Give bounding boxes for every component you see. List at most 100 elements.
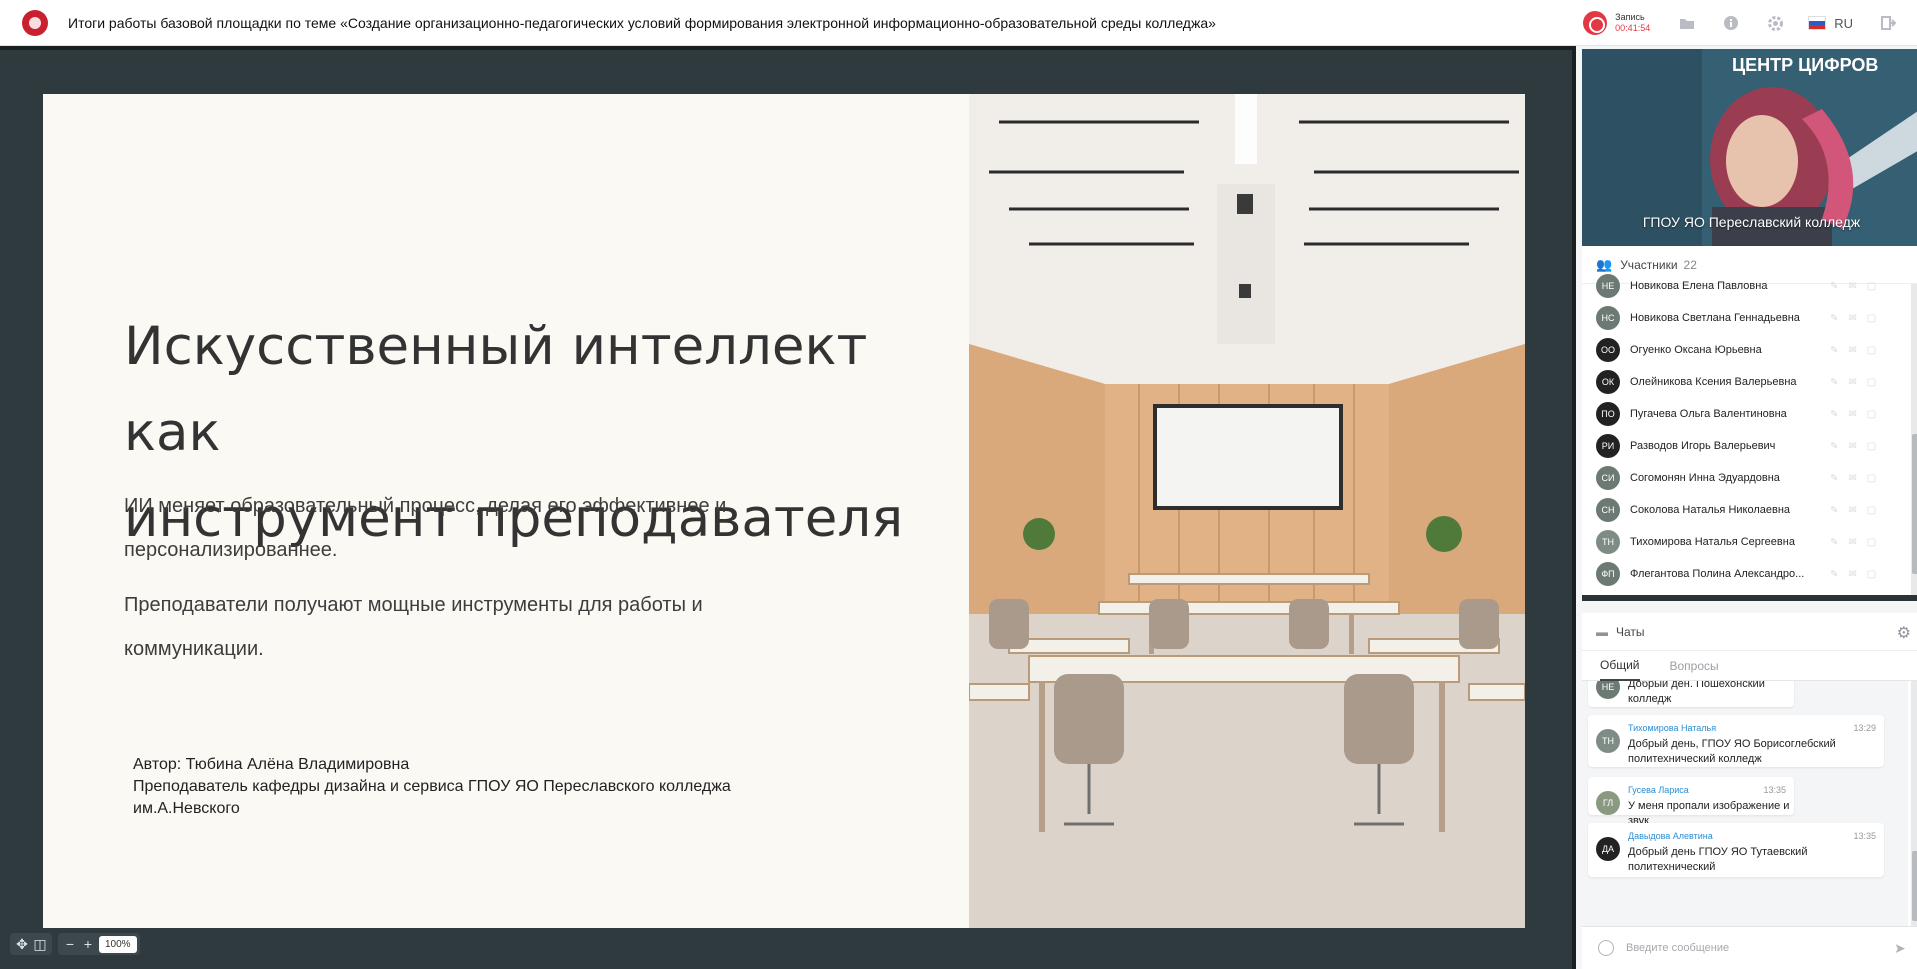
chat-message: НЕ Добрый ден. Пошехонский колледж — [1588, 681, 1794, 707]
chat-settings-icon[interactable]: ⚙ — [1897, 623, 1911, 643]
participant-row[interactable]: ФП Флегантова Полина Александро... ✎✉▢ — [1582, 558, 1907, 590]
right-panel: ЦЕНТР ЦИФРОВ ГПОУ ЯО Переславский коллед… — [1572, 46, 1917, 969]
avatar: РИ — [1596, 434, 1620, 458]
participant-controls[interactable]: ✎✉▢ — [1830, 569, 1886, 580]
recording-label: Запись — [1615, 12, 1645, 22]
chat-panel: ▬ Чаты ⚙ Общий Вопросы НЕ Добрый ден. Пош… — [1582, 613, 1917, 969]
avatar: ДА — [1596, 837, 1620, 861]
fit-screen-icon[interactable]: ✥ — [13, 935, 31, 953]
message-text: Добрый день, ГПОУ ЯО Борисоглебский — [1628, 738, 1836, 750]
participant-name: Олейникова Ксения Валерьевна — [1630, 376, 1797, 388]
speaker-video[interactable]: ЦЕНТР ЦИФРОВ ГПОУ ЯО Переславский коллед… — [1582, 49, 1917, 246]
zoom-in-button[interactable]: + — [79, 935, 97, 953]
presentation-slide: Искусственный интеллект как инструмент п… — [43, 94, 1525, 928]
avatar: ТН — [1596, 729, 1620, 753]
avatar: СН — [1596, 498, 1620, 522]
exit-icon[interactable] — [1877, 12, 1899, 34]
avatar: СИ — [1596, 466, 1620, 490]
slide-paragraph-1: ИИ меняет образовательный процесс, делая… — [124, 495, 727, 561]
participant-name: Пугачева Ольга Валентиновна — [1630, 408, 1787, 420]
participant-row[interactable]: РИ Разводов Игорь Валерьевич ✎✉▢ — [1582, 430, 1907, 462]
top-right-controls: Запись 00:41:54 RU — [1583, 0, 1917, 46]
participant-controls[interactable]: ✎✉▢ — [1830, 377, 1886, 388]
message-text: политехнический колледж — [1628, 753, 1762, 765]
participant-controls[interactable]: ✎✉▢ — [1830, 537, 1886, 548]
flag-ru-icon[interactable] — [1808, 16, 1827, 30]
participant-controls[interactable]: ✎✉▢ — [1830, 505, 1886, 516]
message-author: Давыдова Алевтина — [1628, 831, 1713, 841]
chat-tabs: Общий Вопросы — [1582, 651, 1917, 681]
participant-name: Соколова Наталья Николаевна — [1630, 504, 1791, 516]
participants-scrollbar[interactable] — [1911, 284, 1917, 595]
participant-name: Новикова Светлана Геннадьевна — [1630, 312, 1800, 324]
folder-icon[interactable] — [1676, 12, 1698, 34]
avatar: НС — [1596, 306, 1620, 330]
emoji-icon[interactable] — [1598, 940, 1614, 956]
participant-name: Огуенко Оксана Юрьевна — [1630, 344, 1762, 356]
chat-scrollbar[interactable] — [1911, 681, 1917, 926]
message-text: политехнический — [1628, 861, 1716, 873]
avatar: ТН — [1596, 530, 1620, 554]
chat-message: ДА Давыдова Алевтина 13:35 Добрый день ГПОУ… — [1588, 823, 1884, 877]
avatar: ФП — [1596, 562, 1620, 586]
participant-controls[interactable]: ✎✉▢ — [1830, 473, 1886, 484]
zoom-controls: ✥ ◫ − + 100% — [10, 933, 146, 955]
participant-row[interactable]: ТН Тихомирова Наталья Сергеевна ✎✉▢ — [1582, 526, 1907, 558]
message-author: Гусева Лариса — [1628, 785, 1689, 795]
message-text: Добрый ден. Пошехонский колледж — [1628, 681, 1765, 705]
participant-controls[interactable]: ✎✉▢ — [1830, 345, 1886, 356]
video-background-text: ЦЕНТР ЦИФРОВ — [1732, 55, 1878, 75]
language-selector[interactable]: RU — [1834, 16, 1853, 31]
send-icon[interactable]: ➤ — [1894, 940, 1906, 957]
recording-time: 00:41:54 — [1615, 23, 1651, 33]
participant-row[interactable]: ПО Пугачева Ольга Валентиновна ✎✉▢ — [1582, 398, 1907, 430]
participant-row[interactable]: СН Соколова Наталья Николаевна ✎✉▢ — [1582, 494, 1907, 526]
info-icon[interactable] — [1720, 12, 1742, 34]
slide-paragraph-2: Преподаватели получают мощные инструмент… — [124, 594, 703, 660]
slide-author-block: Автор: Тюбина Алёна Владимировна Препода… — [133, 756, 731, 817]
message-author: Тихомирова Наталья — [1628, 723, 1717, 733]
avatar: ПО — [1596, 402, 1620, 426]
split-view-icon[interactable]: ◫ — [31, 935, 49, 953]
participant-name: Тихомирова Наталья Сергеевна — [1630, 536, 1795, 548]
video-participant-name: ГПОУ ЯО Переславский колледж — [1642, 214, 1861, 230]
chat-message: ГЛ Гусева Лариса 13:35 У меня пропали изобр… — [1588, 777, 1794, 827]
avatar: ОО — [1596, 338, 1620, 362]
presentation-stage: Искусственный интеллект как инструмент п… — [0, 46, 1572, 969]
chat-icon: ▬ — [1596, 624, 1608, 639]
tab-questions[interactable]: Вопросы — [1670, 651, 1719, 681]
participant-row[interactable]: СИ Согомонян Инна Эдуардовна ✎✉▢ — [1582, 462, 1907, 494]
app-logo-icon — [22, 9, 48, 36]
chat-messages: НЕ Добрый ден. Пошехонский колледж ТН Тихом… — [1582, 681, 1908, 926]
participant-name: Согомонян Инна Эдуардовна — [1630, 472, 1780, 484]
chat-header: ▬ Чаты — [1582, 613, 1917, 651]
message-time: 13:35 — [1853, 831, 1876, 841]
recording-indicator[interactable]: Запись 00:41:54 — [1583, 11, 1650, 35]
participant-controls[interactable]: ✎✉▢ — [1830, 441, 1886, 452]
tab-general[interactable]: Общий — [1600, 651, 1640, 681]
participant-row[interactable]: ОО Огуенко Оксана Юрьевна ✎✉▢ — [1582, 334, 1907, 366]
zoom-level[interactable]: 100% — [99, 935, 137, 953]
chat-input-bar: ➤ — [1582, 926, 1917, 969]
participants-list: НЕ Новикова Елена Павловна ✎✉▢ НС Новикова С… — [1582, 270, 1907, 590]
message-text: Добрый день ГПОУ ЯО Тутаевский — [1628, 846, 1808, 858]
avatar: ОК — [1596, 370, 1620, 394]
participant-controls[interactable]: ✎✉▢ — [1830, 281, 1886, 292]
participant-controls[interactable]: ✎✉▢ — [1830, 409, 1886, 420]
chat-message-input[interactable] — [1626, 942, 1886, 954]
classroom-image — [969, 94, 1525, 928]
participant-row[interactable]: ОК Олейникова Ксения Валерьевна ✎✉▢ — [1582, 366, 1907, 398]
participant-name: Разводов Игорь Валерьевич — [1630, 440, 1776, 452]
participant-row[interactable]: НС Новикова Светлана Геннадьевна ✎✉▢ — [1582, 302, 1907, 334]
participant-row[interactable]: НЕ Новикова Елена Павловна ✎✉▢ — [1582, 270, 1907, 302]
participant-name: Новикова Елена Павловна — [1630, 280, 1768, 292]
message-time: 13:35 — [1763, 785, 1786, 795]
avatar: НЕ — [1596, 274, 1620, 298]
participant-controls[interactable]: ✎✉▢ — [1830, 313, 1886, 324]
record-icon — [1583, 11, 1608, 35]
zoom-out-button[interactable]: − — [61, 935, 79, 953]
avatar: НЕ — [1596, 681, 1620, 699]
participants-panel: 👥 Участники 22 НЕ Новикова Елена Павловна… — [1582, 246, 1917, 601]
top-bar: Итоги работы базовой площадки по теме «С… — [0, 0, 1917, 46]
settings-icon[interactable] — [1764, 12, 1786, 34]
